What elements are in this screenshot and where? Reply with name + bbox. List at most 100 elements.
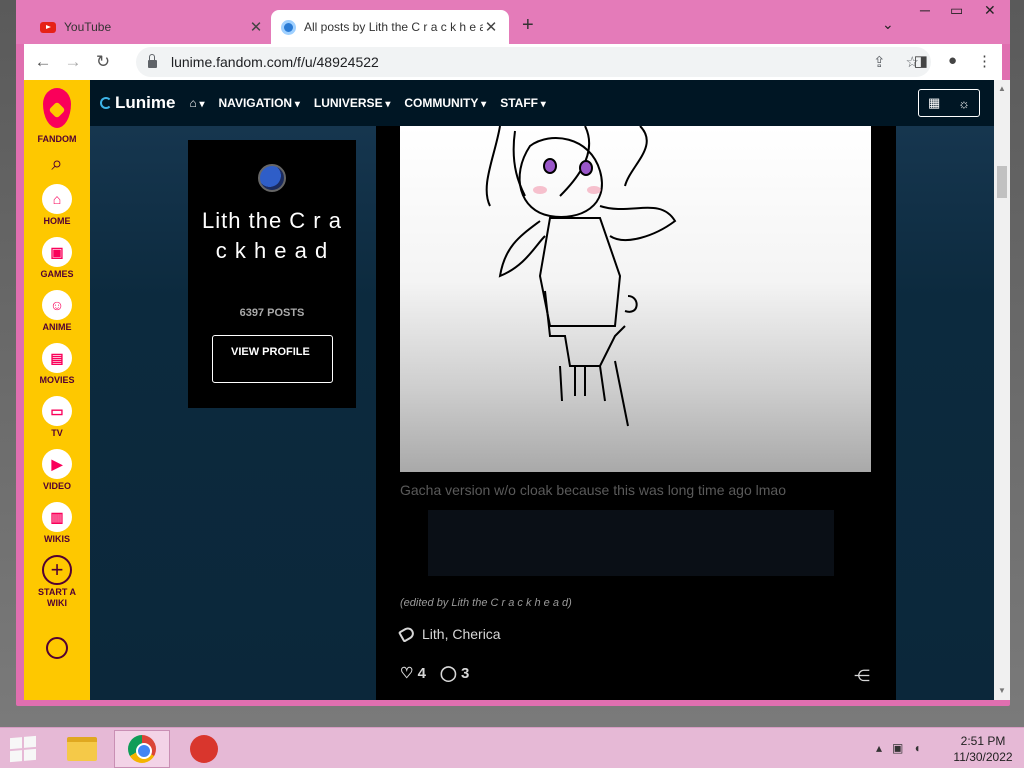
- rail-item-label: ANIME: [42, 322, 72, 332]
- comment-count: 3: [460, 665, 470, 682]
- url-text[interactable]: lunime.fandom.com/f/u/48924522: [171, 54, 379, 70]
- post-tags: Lith, Cherica: [397, 625, 501, 643]
- wiki-logo-text: Lunime: [115, 93, 176, 112]
- nav-menu-luniverse[interactable]: LUNIVERSE: [314, 96, 391, 110]
- rail-item-label: HOME: [43, 216, 71, 226]
- post-image[interactable]: [400, 126, 871, 472]
- user-icon: [46, 637, 68, 659]
- rail-item-home[interactable]: ⌂ HOME: [42, 184, 72, 227]
- profile-avatar-icon[interactable]: ●: [948, 52, 957, 70]
- address-bar[interactable]: lunime.fandom.com/f/u/48924522 ⇪ ☆: [136, 47, 931, 77]
- youtube-icon: [40, 21, 56, 33]
- rail-item-account[interactable]: [46, 637, 68, 659]
- forward-icon[interactable]: →: [58, 52, 88, 72]
- taskbar-clock[interactable]: 2:51 PM 11/30/2022: [948, 733, 1018, 765]
- share-nodes-icon: ⋲: [854, 668, 870, 685]
- rail-item-movies[interactable]: ▤ MOVIES: [39, 343, 75, 386]
- page-viewport: FANDOM ⌕ ⌂ HOME ▣ GAMES ☺ ANIME ▤ MOVIES…: [24, 80, 994, 700]
- new-tab-button[interactable]: +: [522, 14, 534, 37]
- view-profile-button[interactable]: VIEW PROFILE: [212, 335, 333, 383]
- post-caption: Gacha version w/o cloak because this was…: [400, 482, 786, 498]
- tab-search-icon[interactable]: ⌄: [882, 16, 894, 33]
- tag-list[interactable]: Lith, Cherica: [422, 626, 501, 642]
- clock-date: 11/30/2022: [953, 750, 1013, 764]
- heart-icon: ♡: [400, 665, 414, 682]
- fandom-global-nav: FANDOM ⌕ ⌂ HOME ▣ GAMES ☺ ANIME ▤ MOVIES…: [24, 80, 90, 700]
- show-hidden-icons-icon[interactable]: ▴: [876, 741, 882, 755]
- close-icon[interactable]: ✕: [248, 18, 264, 36]
- rail-item-games[interactable]: ▣ GAMES: [40, 237, 74, 280]
- tab-lunime[interactable]: All posts by Lith the C r a c k h e a d …: [271, 10, 509, 44]
- rail-item-label: MOVIES: [39, 375, 75, 385]
- scroll-thumb[interactable]: [997, 166, 1007, 198]
- comment-button[interactable]: ◯ 3: [440, 664, 469, 682]
- fandom-favicon-icon: [281, 19, 296, 35]
- taskbar-chrome[interactable]: [114, 730, 170, 768]
- tab-title: YouTube: [64, 20, 112, 34]
- tab-strip: YouTube ✕ All posts by Lith the C r a c …: [16, 0, 1010, 44]
- search-icon[interactable]: ⌕: [51, 153, 62, 176]
- post-embed-placeholder: [428, 510, 834, 576]
- open-book-icon[interactable]: ▦: [928, 95, 940, 111]
- share-button[interactable]: ⋲: [854, 666, 870, 686]
- gamepad-icon: ▣: [41, 237, 72, 267]
- edited-note: (edited by Lith the C r a c k h e a d): [400, 597, 572, 609]
- fandom-logo-icon[interactable]: [40, 88, 74, 132]
- chrome-icon: [128, 735, 156, 763]
- fandom-brand-label[interactable]: FANDOM: [38, 134, 77, 145]
- rail-item-anime[interactable]: ☺ ANIME: [42, 290, 72, 333]
- explore-menu-icon[interactable]: ⌂: [189, 96, 204, 110]
- reload-icon[interactable]: ↻: [88, 52, 118, 72]
- close-icon[interactable]: ✕: [483, 18, 499, 36]
- comment-icon: ◯: [439, 665, 457, 682]
- share-icon[interactable]: ⇪: [873, 53, 886, 71]
- minimize-button[interactable]: ─: [920, 2, 930, 18]
- page-scrollbar[interactable]: ▲ ▼: [994, 80, 1010, 700]
- tab-title: All posts by Lith the C r a c k h e a d: [304, 20, 483, 34]
- tv-icon: ▭: [42, 396, 72, 426]
- play-icon: ▶: [42, 449, 72, 479]
- menu-kebab-icon[interactable]: ⋮: [977, 52, 992, 70]
- browser-toolbar: ← → ↻ lunime.fandom.com/f/u/48924522 ⇪ ☆…: [24, 44, 1002, 80]
- tab-youtube[interactable]: YouTube ✕: [30, 10, 274, 44]
- taskbar-file-explorer[interactable]: [54, 730, 110, 768]
- lock-icon[interactable]: [148, 54, 157, 68]
- rail-item-wikis[interactable]: ▥ WIKIS: [42, 502, 72, 545]
- rail-item-start-wiki[interactable]: + START A WIKI: [33, 555, 81, 609]
- clock-time: 2:51 PM: [960, 734, 1006, 748]
- windows-start-icon[interactable]: [10, 735, 36, 763]
- back-icon[interactable]: ←: [28, 52, 58, 72]
- rail-item-label: TV: [51, 428, 63, 438]
- rail-item-tv[interactable]: ▭ TV: [42, 396, 72, 439]
- clapperboard-icon: ▤: [41, 343, 72, 373]
- scroll-down-icon[interactable]: ▼: [998, 686, 1006, 695]
- wiki-menu: ⌂ NAVIGATION LUNIVERSE COMMUNITY STAFF: [189, 96, 545, 110]
- scroll-up-icon[interactable]: ▲: [998, 84, 1006, 93]
- windows-taskbar: ▴ ▣ ◖ 2:51 PM 11/30/2022: [0, 727, 1024, 768]
- taskbar-fandom-app[interactable]: [176, 730, 232, 768]
- post-count: 6397 POSTS: [239, 307, 305, 319]
- lunime-logo-icon: [100, 97, 112, 109]
- network-icon[interactable]: ▣: [892, 741, 903, 755]
- volume-icon[interactable]: ◖: [913, 741, 920, 755]
- rail-item-label: WIKIS: [44, 534, 70, 544]
- like-button[interactable]: ♡ 4: [400, 664, 426, 682]
- anime-icon: ☺: [42, 290, 72, 320]
- close-window-button[interactable]: ✕: [984, 2, 996, 19]
- rail-item-video[interactable]: ▶ VIDEO: [42, 449, 72, 492]
- side-panel-icon[interactable]: ◨: [914, 52, 928, 70]
- book-icon: ▥: [42, 502, 72, 532]
- avatar[interactable]: [258, 164, 286, 192]
- rail-item-label: GAMES: [40, 269, 74, 279]
- tag-icon: [397, 625, 417, 643]
- nav-menu-navigation[interactable]: NAVIGATION: [219, 96, 300, 110]
- system-tray: ▴ ▣ ◖: [876, 741, 921, 755]
- character-drawing: [485, 126, 677, 427]
- theme-toggle-icon[interactable]: ☼: [958, 96, 970, 111]
- nav-menu-community[interactable]: COMMUNITY: [404, 96, 486, 110]
- wiki-tools: ▦ ☼: [918, 89, 980, 117]
- maximize-button[interactable]: ▭: [950, 2, 963, 19]
- plus-icon: +: [42, 555, 72, 585]
- nav-menu-staff[interactable]: STAFF: [500, 96, 546, 110]
- wiki-logo[interactable]: Lunime: [100, 93, 175, 113]
